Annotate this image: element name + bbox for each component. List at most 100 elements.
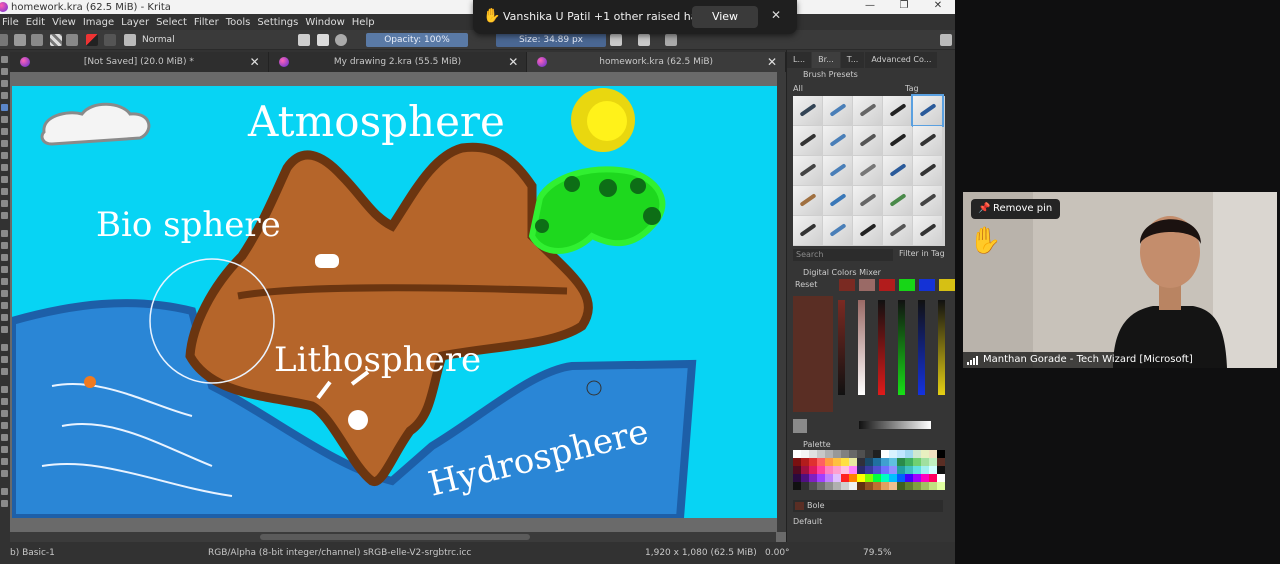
palette-swatch[interactable]: [929, 474, 937, 482]
opacity-slider[interactable]: Opacity: 100%: [366, 33, 468, 47]
palette-swatch[interactable]: [913, 458, 921, 466]
contiguous-select-tool-icon[interactable]: [1, 434, 8, 441]
assistant-tool-icon[interactable]: [1, 344, 8, 351]
menu-view[interactable]: View: [51, 17, 81, 28]
brush-search-input[interactable]: Search: [793, 249, 893, 261]
palette-swatch[interactable]: [833, 458, 841, 466]
tab-brushes[interactable]: Br...: [812, 52, 840, 68]
palette-swatch[interactable]: [929, 466, 937, 474]
colorize-mask-tool-icon[interactable]: [1, 290, 8, 297]
palette-swatch[interactable]: [817, 482, 825, 490]
palette-swatch[interactable]: [817, 458, 825, 466]
menu-filter[interactable]: Filter: [193, 17, 224, 28]
close-tab-button[interactable]: ✕: [767, 52, 777, 72]
similar-select-tool-icon[interactable]: [1, 446, 8, 453]
palette-swatch[interactable]: [833, 474, 841, 482]
palette-swatch[interactable]: [809, 482, 817, 490]
color-swap-icon[interactable]: [86, 34, 98, 46]
pattern-icon[interactable]: [66, 34, 78, 46]
minimize-button[interactable]: —: [853, 0, 887, 14]
brush-preset[interactable]: [883, 96, 912, 125]
brush-preset[interactable]: [913, 126, 942, 155]
palette-swatch[interactable]: [793, 466, 801, 474]
palette-swatch[interactable]: [873, 466, 881, 474]
palette-swatch[interactable]: [873, 482, 881, 490]
palette-swatch[interactable]: [889, 466, 897, 474]
view-raised-hands-button[interactable]: View: [692, 6, 758, 28]
freehand-path-tool-icon[interactable]: [1, 188, 8, 195]
select-shapes-tool-icon[interactable]: [1, 56, 8, 63]
mirror-vertical-icon[interactable]: [638, 34, 650, 46]
status-rotation[interactable]: 0.00°: [765, 548, 790, 558]
menu-help[interactable]: Help: [351, 17, 380, 28]
palette-swatch[interactable]: [929, 450, 937, 458]
dynamic-brush-tool-icon[interactable]: [1, 200, 8, 207]
brush-preset[interactable]: [793, 96, 822, 125]
palette-swatch[interactable]: [913, 466, 921, 474]
mixer-gray-slider[interactable]: [859, 421, 931, 429]
measure-tool-icon[interactable]: [1, 356, 8, 363]
status-zoom[interactable]: 79.5%: [863, 548, 892, 558]
palette-swatch[interactable]: [857, 466, 865, 474]
smart-patch-tool-icon[interactable]: [1, 302, 8, 309]
palette-swatch[interactable]: [825, 482, 833, 490]
palette-swatch[interactable]: [841, 466, 849, 474]
tab-tool-options[interactable]: T...: [840, 52, 865, 68]
brush-preset[interactable]: [913, 216, 942, 245]
palette-swatch[interactable]: [857, 482, 865, 490]
palette-swatch[interactable]: [865, 450, 873, 458]
palette-swatch[interactable]: [865, 466, 873, 474]
brush-preset[interactable]: [913, 156, 942, 185]
dismiss-banner-button[interactable]: ✕: [771, 8, 781, 22]
participant-video-tile[interactable]: 📌 Remove pin ✋ Manthan Gorade - Tech Wiz…: [963, 192, 1277, 368]
palette-swatch[interactable]: [793, 482, 801, 490]
maximize-button[interactable]: ❐: [887, 0, 921, 14]
rectangle-tool-icon[interactable]: [1, 128, 8, 135]
brush-preset[interactable]: [823, 96, 852, 125]
edit-shapes-tool-icon[interactable]: [1, 80, 8, 87]
text-tool-icon[interactable]: [1, 68, 8, 75]
mixer-swatch-3[interactable]: [879, 279, 895, 291]
open-document-icon[interactable]: [14, 34, 26, 46]
new-document-icon[interactable]: [0, 34, 8, 46]
palette-swatch[interactable]: [817, 450, 825, 458]
palette-swatch[interactable]: [897, 474, 905, 482]
palette-swatch[interactable]: [921, 450, 929, 458]
palette-swatch[interactable]: [801, 458, 809, 466]
polyline-tool-icon[interactable]: [1, 164, 8, 171]
color-sampler-tool-icon[interactable]: [1, 278, 8, 285]
pan-tool-icon[interactable]: [1, 500, 8, 507]
palette-swatch[interactable]: [873, 450, 881, 458]
move-tool-icon[interactable]: [1, 242, 8, 249]
brush-preset[interactable]: [823, 216, 852, 245]
tab-layers[interactable]: L...: [787, 52, 812, 68]
palette-swatch[interactable]: [905, 458, 913, 466]
brush-preset[interactable]: [793, 186, 822, 215]
palette-swatch[interactable]: [873, 474, 881, 482]
palette-swatch[interactable]: [841, 450, 849, 458]
palette-swatch[interactable]: [817, 474, 825, 482]
palette-swatch[interactable]: [825, 450, 833, 458]
eraser-mode-icon[interactable]: [298, 34, 310, 46]
magnetic-select-tool-icon[interactable]: [1, 470, 8, 477]
palette-swatch[interactable]: [881, 458, 889, 466]
palette-swatch[interactable]: [833, 450, 841, 458]
mixer-slider-4[interactable]: [898, 300, 905, 395]
vertical-scrollbar[interactable]: [777, 72, 786, 532]
palette-swatch[interactable]: [809, 466, 817, 474]
zoom-tool-icon[interactable]: [1, 488, 8, 495]
crop-tool-icon[interactable]: [1, 254, 8, 261]
blend-mode-select[interactable]: Normal: [122, 33, 292, 47]
palette-swatch[interactable]: [897, 458, 905, 466]
brush-preset[interactable]: [883, 126, 912, 155]
palette-swatch[interactable]: [873, 458, 881, 466]
palette-swatch[interactable]: [905, 474, 913, 482]
palette-swatch[interactable]: [849, 482, 857, 490]
mixer-slider-1[interactable]: [838, 300, 845, 395]
fill-tool-icon[interactable]: [1, 314, 8, 321]
reload-preset-icon[interactable]: [335, 34, 347, 46]
palette-swatch[interactable]: [841, 474, 849, 482]
menu-settings[interactable]: Settings: [256, 17, 303, 28]
drawing-canvas[interactable]: Atmosphere Bio sphere Lithosphere Hydros…: [12, 86, 777, 518]
mixer-swatch-1[interactable]: [839, 279, 855, 291]
